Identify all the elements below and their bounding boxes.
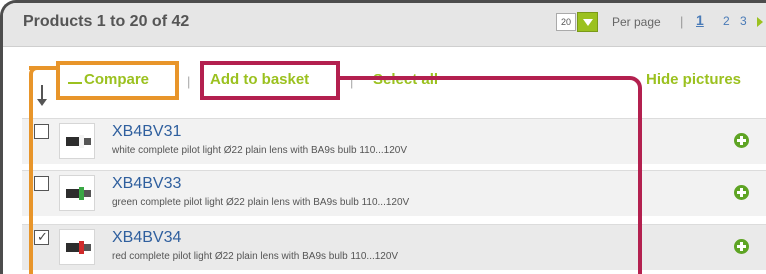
pilot-light-body xyxy=(66,243,80,252)
plus-circle-icon[interactable] xyxy=(734,133,749,148)
pilot-light-terminal xyxy=(84,138,91,145)
product-code-link[interactable]: XB4BV31 xyxy=(112,123,181,141)
compare-highlight-connector xyxy=(29,66,56,70)
hide-pictures-button[interactable]: Hide pictures xyxy=(646,71,741,88)
pilot-light-terminal xyxy=(84,190,91,197)
plus-circle-icon[interactable] xyxy=(734,185,749,200)
product-code-link[interactable]: XB4BV33 xyxy=(112,175,181,193)
compare-highlight-box xyxy=(56,61,179,100)
results-count-title: Products 1 to 20 of 42 xyxy=(23,13,190,30)
pilot-light-body xyxy=(66,137,80,146)
product-code-link[interactable]: XB4BV34 xyxy=(112,229,181,247)
product-thumbnail[interactable] xyxy=(59,175,95,211)
basket-highlight-box xyxy=(200,61,340,100)
toolbar-separator: | xyxy=(187,74,191,89)
plus-circle-icon[interactable] xyxy=(734,239,749,254)
pilot-light-body xyxy=(66,189,80,198)
page-link-2[interactable]: 2 xyxy=(723,14,730,28)
page-link-3[interactable]: 3 xyxy=(740,14,747,28)
per-page-select[interactable]: 20 xyxy=(556,13,576,31)
page-link-1[interactable]: 1 xyxy=(696,12,704,28)
product-thumbnail[interactable] xyxy=(59,229,95,265)
pager-separator: | xyxy=(680,14,684,29)
compare-highlight-bracket xyxy=(29,66,52,274)
chevron-down-icon[interactable] xyxy=(577,12,598,32)
next-page-icon[interactable] xyxy=(757,17,763,27)
per-page-label: Per page xyxy=(612,15,661,29)
product-thumbnail[interactable] xyxy=(59,123,95,159)
basket-highlight-bracket xyxy=(338,76,642,274)
pilot-light-terminal xyxy=(84,244,91,251)
